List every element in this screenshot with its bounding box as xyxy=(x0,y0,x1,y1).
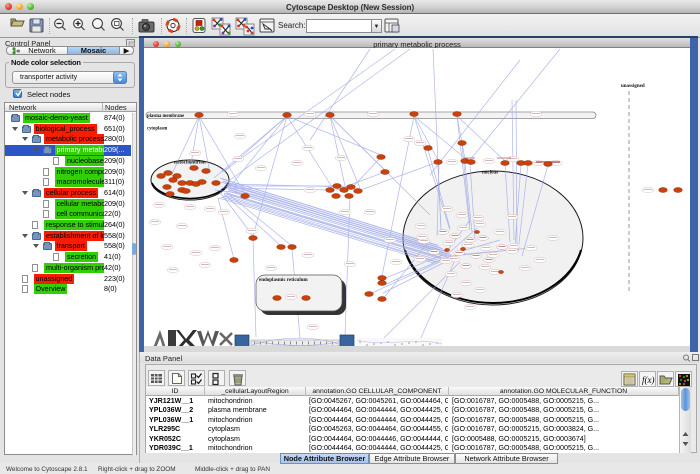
svg-text:unassigned: unassigned xyxy=(621,84,645,89)
svg-text:cytoplasm: cytoplasm xyxy=(147,127,167,132)
svg-text:mitochondrion: mitochondrion xyxy=(174,161,206,166)
svg-text:f(x): f(x) xyxy=(642,375,655,385)
svg-text:plasma membrane: plasma membrane xyxy=(147,114,184,119)
svg-text:endoplasmic reticulum: endoplasmic reticulum xyxy=(259,278,308,283)
svg-text:nucleus: nucleus xyxy=(482,171,498,176)
